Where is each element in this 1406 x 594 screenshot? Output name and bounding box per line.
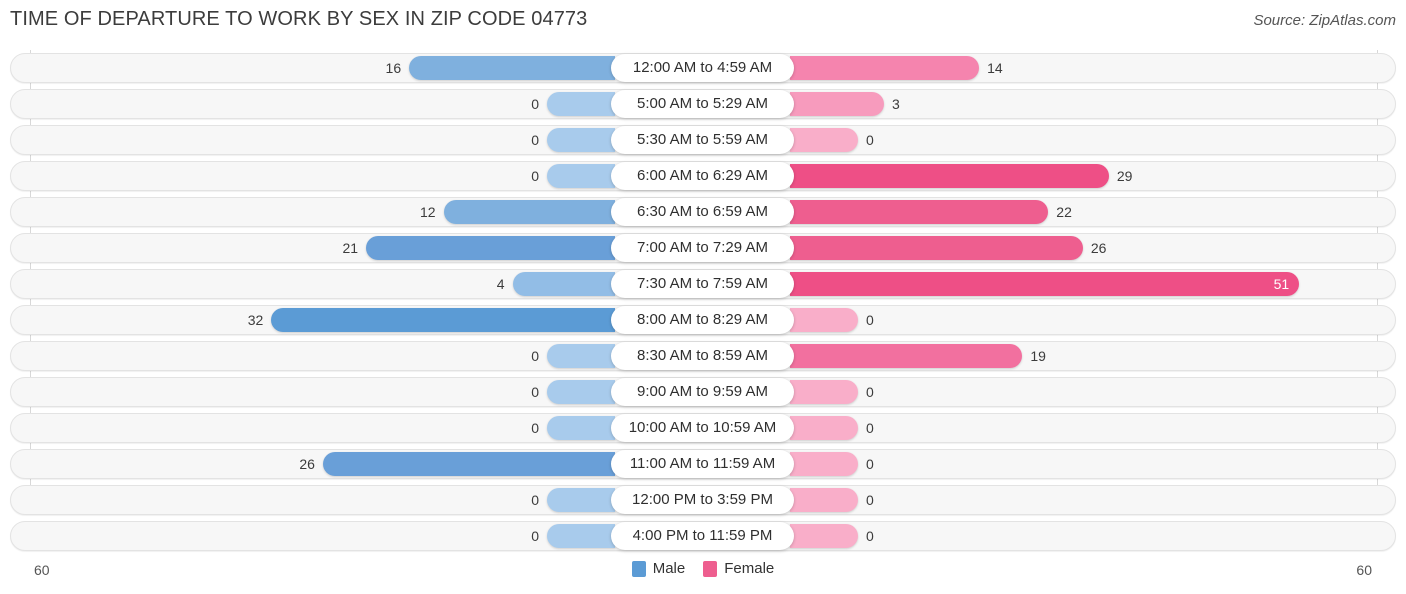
category-label: 5:00 AM to 5:29 AM [611, 90, 794, 118]
male-value-label: 32 [247, 312, 264, 328]
male-color-swatch [631, 560, 646, 577]
legend-label-female: Female [724, 560, 775, 577]
female-value-label: 3 [891, 96, 900, 112]
chart-legend: Male Female [0, 560, 1406, 577]
bar-row: 0 0 9:00 AM to 9:59 AM [0, 374, 1406, 410]
male-bar[interactable] [547, 164, 615, 188]
male-bar[interactable] [366, 236, 615, 260]
category-label: 8:30 AM to 8:59 AM [611, 342, 794, 370]
female-value-label: 22 [1056, 204, 1072, 220]
male-bar[interactable] [322, 452, 615, 476]
female-bar[interactable] [790, 272, 1300, 296]
bar-row: 16 14 12:00 AM to 4:59 AM [0, 50, 1406, 86]
female-bar[interactable] [790, 380, 858, 404]
chart-root: TIME OF DEPARTURE TO WORK BY SEX IN ZIP … [0, 0, 1406, 594]
female-value-label: 14 [987, 60, 1003, 76]
bar-row: 26 0 11:00 AM to 11:59 AM [0, 446, 1406, 482]
male-value-label: 21 [342, 240, 359, 256]
female-bar[interactable] [790, 308, 858, 332]
bar-row: 32 0 8:00 AM to 8:29 AM [0, 302, 1406, 338]
male-value-label: 0 [531, 384, 539, 400]
female-color-swatch [703, 560, 718, 577]
female-value-label: 51 [1273, 276, 1290, 292]
category-label: 12:00 AM to 4:59 AM [611, 54, 794, 82]
male-value-label: 0 [531, 420, 539, 436]
female-bar[interactable] [790, 488, 858, 512]
male-value-label: 12 [420, 204, 436, 220]
female-bar[interactable] [790, 236, 1083, 260]
male-bar[interactable] [512, 272, 615, 296]
category-label: 7:00 AM to 7:29 AM [611, 234, 794, 262]
female-bar[interactable] [790, 416, 858, 440]
category-label: 6:30 AM to 6:59 AM [611, 198, 794, 226]
female-value-label: 29 [1116, 168, 1133, 184]
male-value-label: 0 [531, 96, 539, 112]
bar-row: 0 3 5:00 AM to 5:29 AM [0, 86, 1406, 122]
male-bar[interactable] [547, 380, 615, 404]
page-title: TIME OF DEPARTURE TO WORK BY SEX IN ZIP … [10, 8, 588, 30]
bar-row: 0 0 4:00 PM to 11:59 PM [0, 518, 1406, 554]
plot-area: 16 14 12:00 AM to 4:59 AM 0 3 5:00 AM to 5:29… [0, 50, 1406, 554]
bar-row: 0 0 10:00 AM to 10:59 AM [0, 410, 1406, 446]
male-bar[interactable] [547, 524, 615, 548]
female-bar[interactable] [790, 524, 858, 548]
female-bar[interactable] [790, 56, 980, 80]
male-value-label: 0 [531, 348, 539, 364]
male-bar[interactable] [547, 344, 615, 368]
female-value-label: 0 [866, 528, 874, 544]
female-value-label: 0 [866, 312, 874, 328]
male-value-label: 16 [385, 60, 402, 76]
female-value-label: 0 [866, 132, 874, 148]
category-label: 9:00 AM to 9:59 AM [611, 378, 794, 406]
category-label: 5:30 AM to 5:59 AM [611, 126, 794, 154]
category-label: 4:00 PM to 11:59 PM [611, 522, 794, 550]
source-attribution: Source: ZipAtlas.com [1253, 12, 1396, 29]
category-label: 7:30 AM to 7:59 AM [611, 270, 794, 298]
female-bar[interactable] [790, 164, 1109, 188]
female-bar[interactable] [790, 128, 858, 152]
male-bar[interactable] [547, 92, 615, 116]
bar-row: 21 26 7:00 AM to 7:29 AM [0, 230, 1406, 266]
bar-row: 0 0 5:30 AM to 5:59 AM [0, 122, 1406, 158]
male-value-label: 0 [531, 492, 539, 508]
female-value-label: 0 [866, 492, 874, 508]
male-value-label: 0 [531, 168, 539, 184]
male-bar[interactable] [547, 416, 615, 440]
female-bar[interactable] [790, 452, 858, 476]
bar-row: 4 51 7:30 AM to 7:59 AM [0, 266, 1406, 302]
male-bar[interactable] [547, 128, 615, 152]
category-label: 10:00 AM to 10:59 AM [611, 414, 794, 442]
male-value-label: 4 [496, 276, 505, 292]
female-value-label: 19 [1030, 348, 1046, 364]
category-label: 11:00 AM to 11:59 AM [611, 450, 794, 478]
male-value-label: 0 [531, 528, 539, 544]
category-label: 6:00 AM to 6:29 AM [611, 162, 794, 190]
male-bar[interactable] [443, 200, 615, 224]
female-bar[interactable] [790, 92, 884, 116]
bar-row: 0 29 6:00 AM to 6:29 AM [0, 158, 1406, 194]
female-value-label: 0 [866, 456, 874, 472]
legend-item-female[interactable]: Female [703, 560, 774, 577]
female-value-label: 0 [866, 420, 874, 436]
bar-row: 12 22 6:30 AM to 6:59 AM [0, 194, 1406, 230]
bar-row: 0 0 12:00 PM to 3:59 PM [0, 482, 1406, 518]
category-label: 8:00 AM to 8:29 AM [611, 306, 794, 334]
legend-label-male: Male [652, 560, 686, 577]
male-bar[interactable] [547, 488, 615, 512]
bar-rows: 16 14 12:00 AM to 4:59 AM 0 3 5:00 AM to 5:29… [0, 50, 1406, 554]
male-bar[interactable] [409, 56, 615, 80]
female-bar[interactable] [790, 344, 1023, 368]
male-value-label: 0 [531, 132, 539, 148]
male-bar[interactable] [271, 308, 615, 332]
female-bar[interactable] [790, 200, 1049, 224]
category-label: 12:00 PM to 3:59 PM [611, 486, 794, 514]
male-value-label: 26 [299, 456, 315, 472]
female-value-label: 0 [866, 384, 874, 400]
female-value-label: 26 [1090, 240, 1107, 256]
legend-item-male[interactable]: Male [631, 560, 686, 577]
bar-row: 0 19 8:30 AM to 8:59 AM [0, 338, 1406, 374]
